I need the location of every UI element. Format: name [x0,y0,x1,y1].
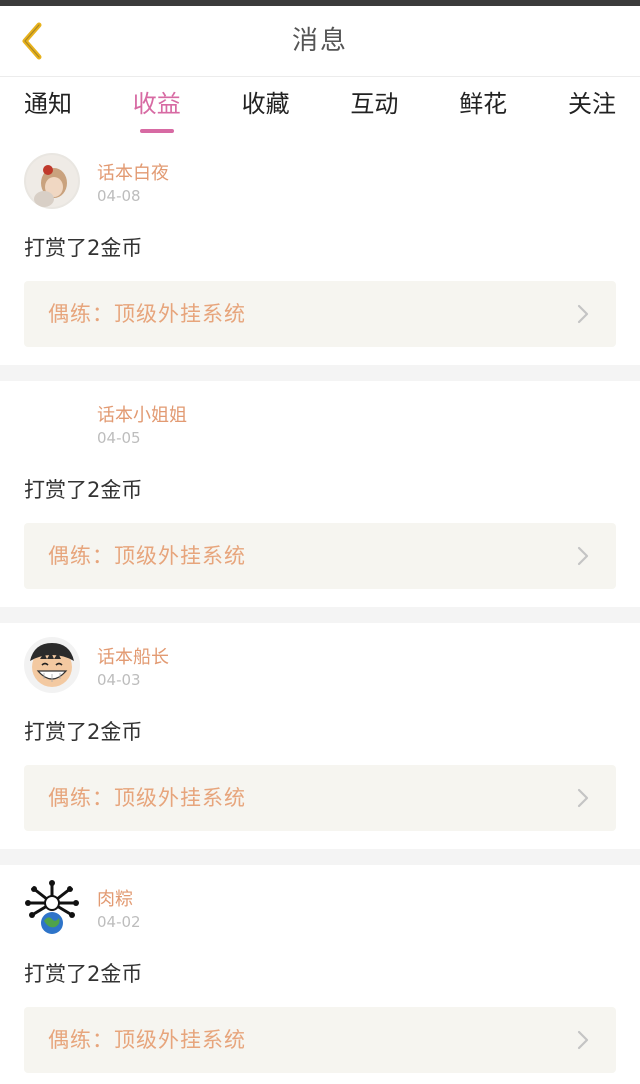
message-list: 话本白夜 04-08 打赏了2金币 偶练：顶级外挂系统 话本小姐姐 04-05 … [0,139,640,1084]
user-row: 肉粽 04-02 [24,865,616,949]
book-link[interactable]: 偶练：顶级外挂系统 [24,765,616,831]
tab-favorites[interactable]: 收藏 [242,77,290,139]
tab-interactions[interactable]: 互动 [350,77,398,139]
username[interactable]: 肉粽 [97,885,133,911]
user-row: 话本小姐姐 04-05 [24,381,616,465]
username[interactable]: 话本白夜 [97,159,169,185]
avatar[interactable] [24,879,80,935]
tab-bar: 通知 收益 收藏 互动 鲜花 关注 [0,77,640,139]
message-date: 04-02 [97,913,141,931]
luffy-avatar-icon [24,637,80,693]
tab-notifications[interactable]: 通知 [24,77,72,139]
chevron-right-icon [577,788,589,808]
book-title: 偶练：顶级外挂系统 [48,302,246,326]
earth-virus-avatar-icon [24,879,80,935]
tab-label: 互动 [350,90,399,118]
tab-following[interactable]: 关注 [568,77,616,139]
tab-label: 收益 [132,90,181,118]
chevron-right-icon [577,304,589,324]
active-tab-indicator [139,129,174,133]
username[interactable]: 话本船长 [97,643,169,669]
tab-earnings[interactable]: 收益 [133,77,181,139]
tab-label: 关注 [567,90,616,118]
header-bar: 消息 [0,6,640,77]
message-action: 打赏了2金币 [24,236,143,260]
user-row: 话本白夜 04-08 [24,139,616,223]
message-date: 04-03 [97,671,141,689]
avatar[interactable] [24,395,80,451]
message-item: 话本小姐姐 04-05 打赏了2金币 偶练：顶级外挂系统 [0,381,640,607]
avatar[interactable] [24,153,80,209]
book-title: 偶练：顶级外挂系统 [48,1028,246,1052]
book-link[interactable]: 偶练：顶级外挂系统 [24,523,616,589]
tab-label: 通知 [24,90,72,118]
message-date: 04-08 [97,187,141,205]
message-action: 打赏了2金币 [24,478,143,502]
book-link[interactable]: 偶练：顶级外挂系统 [24,281,616,347]
girl-avatar-icon [24,153,80,209]
user-row: 话本船长 04-03 [24,623,616,707]
divider [0,849,640,865]
book-title: 偶练：顶级外挂系统 [48,544,246,568]
messages-page: 消息 通知 收益 收藏 互动 鲜花 关注 话本白夜 04-08 打赏了2金币 偶… [0,0,640,1084]
book-title: 偶练：顶级外挂系统 [48,786,246,810]
message-date: 04-05 [97,429,141,447]
tab-flowers[interactable]: 鲜花 [459,77,507,139]
tab-label: 鲜花 [459,90,508,118]
message-item: 话本白夜 04-08 打赏了2金币 偶练：顶级外挂系统 [0,139,640,365]
page-title: 消息 [291,26,348,56]
chevron-right-icon [577,546,589,566]
username[interactable]: 话本小姐姐 [97,401,187,427]
avatar[interactable] [24,637,80,693]
message-action: 打赏了2金币 [24,962,143,986]
message-action: 打赏了2金币 [24,720,143,744]
divider [0,365,640,381]
chevron-right-icon [577,1030,589,1050]
tab-label: 收藏 [241,90,290,118]
message-item: 肉粽 04-02 打赏了2金币 偶练：顶级外挂系统 [0,865,640,1084]
message-item: 话本船长 04-03 打赏了2金币 偶练：顶级外挂系统 [0,623,640,849]
divider [0,607,640,623]
book-link[interactable]: 偶练：顶级外挂系统 [24,1007,616,1073]
blank-avatar-icon [24,395,80,451]
